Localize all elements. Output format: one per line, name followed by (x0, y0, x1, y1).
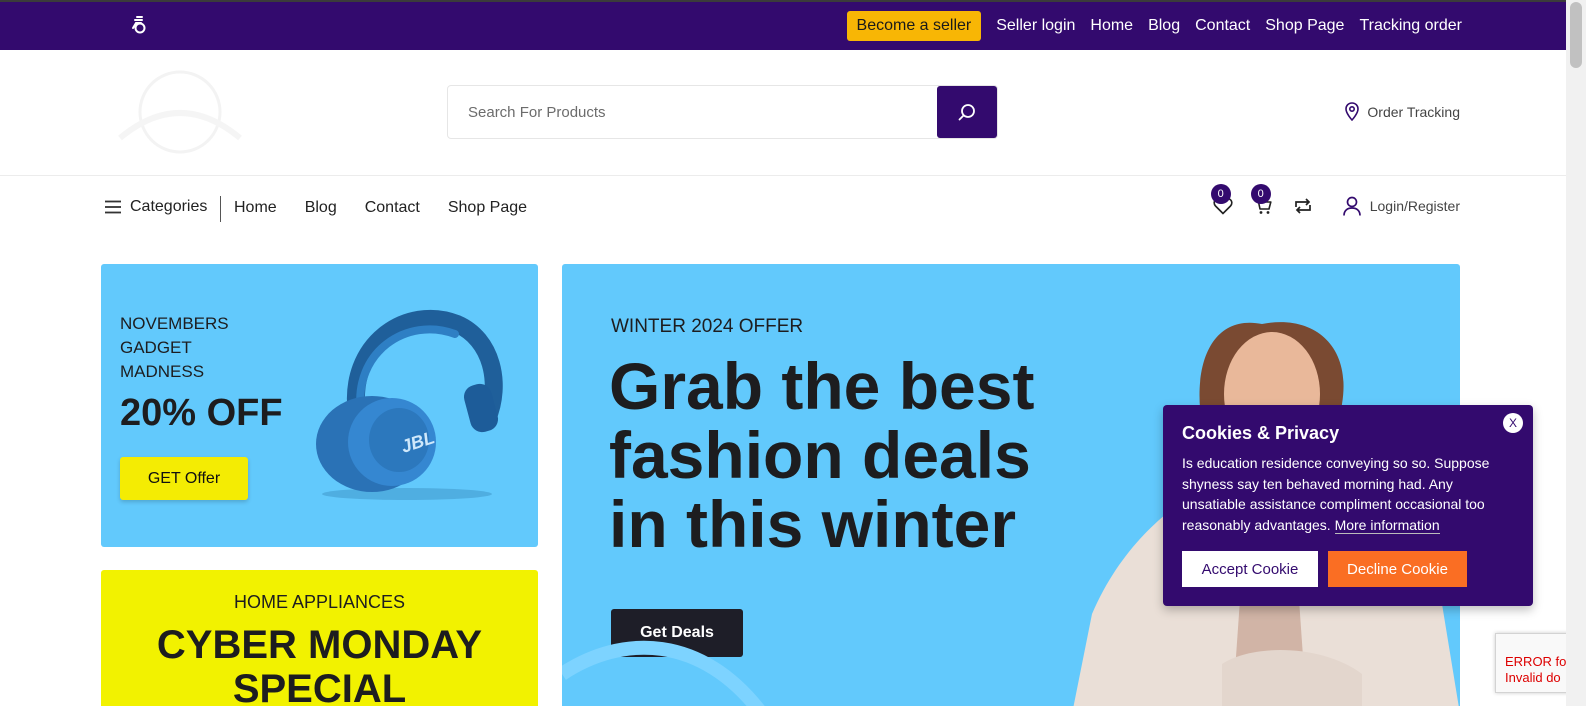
compare-arrows-icon (1294, 198, 1311, 214)
wishlist-count-badge: 0 (1210, 184, 1231, 204)
appliances-banner-kicker: HOME APPLIANCES (233, 592, 406, 612)
cart-button[interactable]: 0 (1250, 184, 1275, 218)
tracking-order-link[interactable]: Tracking order (1359, 17, 1462, 35)
location-pin-icon (1345, 102, 1360, 121)
header-actions: 0 0 Login/Register (1210, 184, 1460, 218)
site-logo[interactable] (100, 68, 256, 156)
get-offer-button[interactable]: GET Offer (120, 457, 248, 500)
nav-contact-link[interactable]: Contact (365, 199, 420, 217)
gadget-banner-headline: 20% OFF (120, 392, 283, 434)
login-register-link[interactable]: Login/Register (1342, 196, 1460, 216)
cookie-close-button[interactable]: X (1503, 413, 1523, 433)
accept-cookie-button[interactable]: Accept Cookie (1182, 551, 1318, 587)
wishlist-button[interactable]: 0 (1210, 184, 1235, 218)
cookie-dialog-title: Cookies & Privacy (1182, 423, 1340, 443)
nav-blog-link[interactable]: Blog (305, 199, 337, 217)
search-icon (958, 104, 975, 121)
recaptcha-error-line-1: ERROR fo (1505, 654, 1567, 669)
more-information-link[interactable]: More information (1334, 516, 1440, 534)
top-home-link[interactable]: Home (1090, 17, 1133, 35)
categories-button[interactable]: Categories (104, 198, 207, 216)
top-contact-link[interactable]: Contact (1195, 17, 1250, 35)
login-register-label: Login/Register (1369, 198, 1460, 214)
appliances-banner[interactable]: HOME APPLIANCES CYBER MONDAY SPECIAL (101, 570, 538, 706)
headphones-image (316, 309, 503, 500)
nav-shop-link[interactable]: Shop Page (448, 199, 527, 217)
recaptcha-error-line-2: Invalid do (1505, 670, 1561, 685)
winter-banner-headline: Grab the best fashion deals in this wint… (609, 349, 1035, 561)
delivery-logo-icon[interactable] (128, 14, 150, 36)
search-button[interactable] (937, 86, 997, 138)
nav-divider (220, 196, 221, 222)
decline-cookie-button[interactable]: Decline Cookie (1328, 551, 1467, 587)
header: Order Tracking (0, 50, 1566, 176)
main-navigation-bar: Categories Home Blog Contact Shop Page 0… (0, 176, 1566, 242)
cookie-consent-dialog: Cookies & Privacy X Is education residen… (1163, 405, 1533, 606)
top-nav: Become a seller Seller login Home Blog C… (846, 11, 1462, 41)
user-icon (1342, 196, 1361, 216)
order-tracking-link[interactable]: Order Tracking (1345, 102, 1460, 121)
become-seller-button[interactable]: Become a seller (846, 11, 982, 41)
top-blog-link[interactable]: Blog (1148, 17, 1180, 35)
banner-decor-arc (562, 640, 765, 706)
appliances-banner-headline: CYBER MONDAY SPECIAL (156, 623, 483, 706)
cart-count-badge: 0 (1250, 184, 1271, 204)
categories-label: Categories (130, 198, 208, 215)
winter-banner-kicker: WINTER 2024 OFFER (611, 316, 804, 337)
compare-button[interactable] (1291, 194, 1315, 218)
scrollbar-thumb[interactable] (1570, 2, 1582, 68)
seller-login-link[interactable]: Seller login (996, 17, 1075, 35)
nav-home-link[interactable]: Home (234, 199, 277, 217)
order-tracking-label: Order Tracking (1367, 103, 1460, 120)
cookie-dialog-text: Is education residence conveying so so. … (1182, 453, 1512, 535)
search-bar (447, 85, 998, 139)
search-input[interactable] (448, 86, 937, 138)
gadget-banner[interactable]: NOVEMBERS GADGET MADNESS 20% OFF GET Off… (101, 264, 538, 547)
main-nav: Home Blog Contact Shop Page (234, 199, 527, 217)
page-scrollbar[interactable] (1566, 0, 1586, 706)
recaptcha-error-badge: ERROR fo Invalid do (1495, 633, 1575, 693)
top-bar: Become a seller Seller login Home Blog C… (0, 0, 1566, 50)
hamburger-menu-icon (105, 200, 121, 214)
gadget-banner-kicker: NOVEMBERS GADGET MADNESS (120, 314, 229, 381)
top-shop-link[interactable]: Shop Page (1265, 17, 1344, 35)
